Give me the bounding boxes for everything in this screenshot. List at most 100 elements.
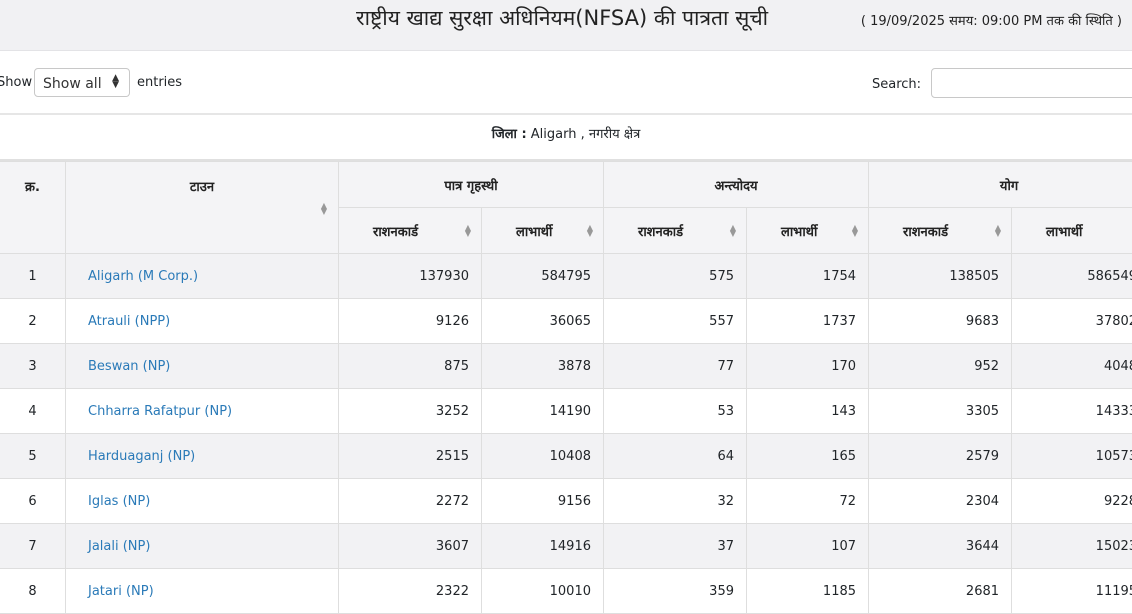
row-antyodaya-beneficiary: 107: [745, 523, 870, 569]
row-antyodaya-rationcard: 32: [603, 478, 747, 524]
row-sno: 2: [0, 298, 66, 344]
group-header-total: योग: [868, 161, 1132, 208]
row-eligible-beneficiary: 36065: [481, 298, 604, 344]
row-eligible-rationcard: 9126: [338, 298, 482, 344]
row-antyodaya-beneficiary: 143: [745, 388, 870, 434]
row-town-link[interactable]: Iglas (NP): [65, 478, 339, 524]
row-total-beneficiary: 15023: [1011, 523, 1132, 569]
row-antyodaya-rationcard: 37: [603, 523, 747, 569]
table-row: 6Iglas (NP)22729156327223049228: [0, 478, 1132, 524]
row-antyodaya-beneficiary: 1754: [745, 253, 870, 299]
district-area: , नगरीय क्षेत्र: [580, 127, 641, 142]
row-total-beneficiary: 9228: [1011, 478, 1132, 524]
row-eligible-beneficiary: 584795: [481, 253, 604, 299]
table-row: 8Jatari (NP)2322100103591185268111195: [0, 568, 1132, 614]
row-total-rationcard: 138505: [868, 253, 1013, 299]
entries-length-value: Show all: [43, 76, 102, 92]
row-eligible-beneficiary: 10408: [481, 433, 604, 479]
row-antyodaya-beneficiary: 165: [745, 433, 870, 479]
sort-icon: ▲ ▼: [464, 223, 471, 238]
sort-icon: ▲ ▼: [320, 201, 327, 216]
row-total-beneficiary: 4048: [1011, 343, 1132, 389]
row-antyodaya-beneficiary: 1737: [745, 298, 870, 344]
row-eligible-beneficiary: 10010: [481, 568, 604, 614]
group-header-eligible: पात्र गृहस्थी: [338, 161, 604, 208]
row-eligible-rationcard: 137930: [338, 253, 482, 299]
row-town-link[interactable]: Jalali (NP): [65, 523, 339, 569]
row-sno: 8: [0, 568, 66, 614]
sort-icon: ▲ ▼: [586, 223, 593, 238]
row-eligible-beneficiary: 9156: [481, 478, 604, 524]
col-header-antyodaya-rationcard[interactable]: राशनकार्ड ▲ ▼: [603, 207, 747, 254]
row-sno: 1: [0, 253, 66, 299]
page-header: राष्ट्रीय खाद्य सुरक्षा अधिनियम(NFSA) की…: [0, 0, 1132, 51]
row-total-rationcard: 2681: [868, 568, 1013, 614]
row-town-link[interactable]: Jatari (NP): [65, 568, 339, 614]
row-antyodaya-rationcard: 575: [603, 253, 747, 299]
row-antyodaya-rationcard: 557: [603, 298, 747, 344]
row-eligible-rationcard: 3607: [338, 523, 482, 569]
row-sno: 7: [0, 523, 66, 569]
row-eligible-rationcard: 3252: [338, 388, 482, 434]
district-name: Aligarh: [530, 127, 577, 142]
sort-icon: ▲ ▼: [994, 223, 1002, 238]
row-total-rationcard: 3305: [868, 388, 1013, 434]
row-total-beneficiary: 586549: [1011, 253, 1132, 299]
row-eligible-beneficiary: 3878: [481, 343, 604, 389]
search-label: Search:: [872, 77, 922, 92]
row-total-rationcard: 952: [868, 343, 1013, 389]
show-label: Show: [0, 75, 33, 90]
table-body: 1 Aligarh (M Corp.) 137930 584795 575 1754 138…: [0, 253, 1132, 614]
row-antyodaya-rationcard: 53: [603, 388, 747, 434]
row-antyodaya-rationcard: 359: [603, 568, 747, 614]
eligibility-table: क्र. टाउन ▲ ▼ पात्र गृहस्थी अन्त्योदय योग…: [0, 161, 1132, 614]
col-header-eligible-rationcard[interactable]: राशनकार्ड ▲ ▼: [338, 207, 482, 254]
row-town-link[interactable]: Harduaganj (NP): [65, 433, 339, 479]
row-antyodaya-beneficiary: 72: [745, 478, 870, 524]
row-antyodaya-beneficiary: 170: [745, 343, 870, 389]
row-antyodaya-rationcard: 77: [603, 343, 747, 389]
district-caption: जिला : Aligarh , नगरीय क्षेत्र: [0, 115, 1132, 162]
search-input[interactable]: [931, 68, 1132, 98]
row-town-link[interactable]: Chharra Rafatpur (NP): [65, 388, 339, 434]
row-sno: 5: [0, 433, 66, 479]
col-header-antyodaya-beneficiary[interactable]: लाभार्थी ▲ ▼: [745, 207, 870, 254]
col-header-eligible-beneficiary[interactable]: लाभार्थी ▲ ▼: [481, 207, 604, 254]
row-total-beneficiary: 37802: [1011, 298, 1132, 344]
row-town-link[interactable]: Aligarh (M Corp.): [65, 253, 339, 299]
row-total-rationcard: 3644: [868, 523, 1013, 569]
col-header-sno[interactable]: क्र.: [0, 161, 66, 254]
row-eligible-rationcard: 2272: [338, 478, 482, 524]
entries-label: entries: [137, 75, 183, 90]
table-row: 2Atrauli (NPP)9126360655571737968337802: [0, 298, 1132, 344]
row-eligible-rationcard: 2322: [338, 568, 482, 614]
row-sno: 3: [0, 343, 66, 389]
row-total-rationcard: 2579: [868, 433, 1013, 479]
row-sno: 6: [0, 478, 66, 524]
group-header-antyodaya: अन्त्योदय: [602, 161, 870, 208]
row-total-beneficiary: 11195: [1011, 568, 1132, 614]
entries-length-select[interactable]: Show all ▲ ▼: [34, 68, 130, 97]
row-total-rationcard: 2304: [868, 478, 1013, 524]
row-town-link[interactable]: Atrauli (NPP): [65, 298, 339, 344]
row-sno: 4: [0, 388, 66, 434]
page-title: राष्ट्रीय खाद्य सुरक्षा अधिनियम(NFSA) की…: [356, 6, 769, 30]
table-row: 7Jalali (NP)36071491637107364415023: [0, 523, 1132, 569]
row-total-rationcard: 9683: [868, 298, 1013, 344]
row-eligible-beneficiary: 14190: [481, 388, 604, 434]
row-antyodaya-beneficiary: 1185: [745, 568, 870, 614]
status-timestamp: ( 19/09/2025 समय: 09:00 PM तक की स्थिति …: [860, 14, 1122, 29]
table-row: 1 Aligarh (M Corp.) 137930 584795 575 1754 138…: [0, 253, 1132, 299]
table-row: 3Beswan (NP)8753878771709524048: [0, 343, 1132, 389]
row-total-beneficiary: 10573: [1011, 433, 1132, 479]
col-header-total-rationcard[interactable]: राशनकार्ड ▲ ▼: [868, 207, 1013, 254]
sort-icon: ▲ ▼: [851, 223, 859, 238]
row-total-beneficiary: 14333: [1011, 388, 1132, 434]
col-header-town[interactable]: टाउन ▲ ▼: [65, 161, 339, 254]
col-header-total-beneficiary[interactable]: लाभार्थी▲▼: [1011, 207, 1132, 254]
row-eligible-beneficiary: 14916: [481, 523, 604, 569]
row-town-link[interactable]: Beswan (NP): [65, 343, 339, 389]
row-antyodaya-rationcard: 64: [603, 433, 747, 479]
table-row: 4 Chharra Rafatpur (NP) 3252 14190 53 143 3305…: [0, 388, 1132, 434]
row-eligible-rationcard: 875: [338, 343, 482, 389]
